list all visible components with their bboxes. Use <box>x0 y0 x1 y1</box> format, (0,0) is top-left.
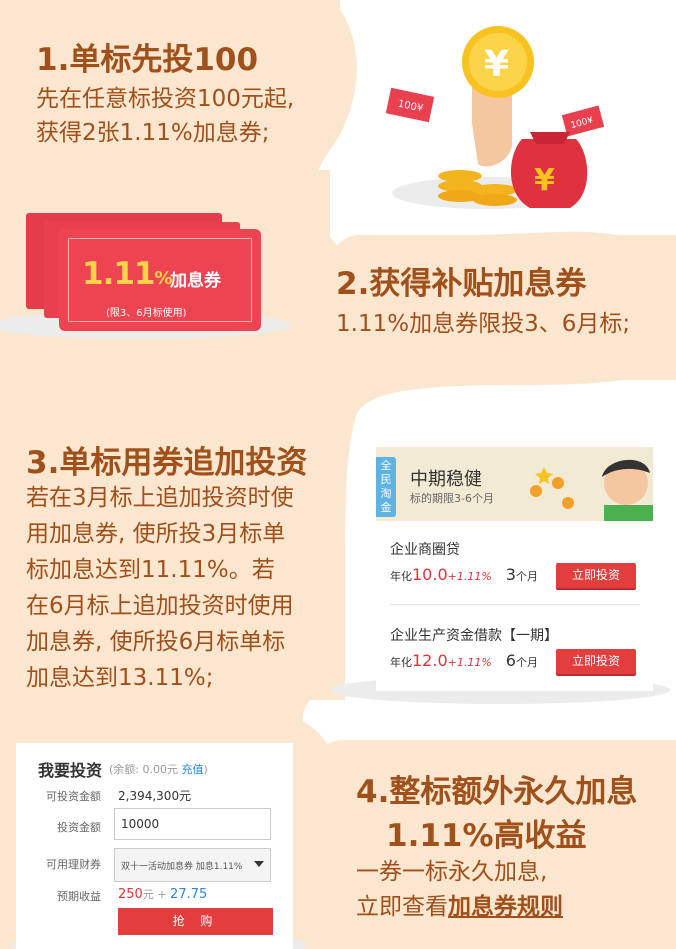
rate-label-2: 年化 <box>390 656 412 669</box>
step1-title: 1.单标先投100 <box>36 42 259 78</box>
character-illustration <box>530 459 653 521</box>
months-1: 3 <box>505 565 516 584</box>
buy-button[interactable]: 抢 购 <box>118 908 273 935</box>
month-unit-2: 个月 <box>515 656 538 669</box>
step2-line1: 1.11%加息券限投3、6月标; <box>336 311 631 337</box>
coupon-card: 1.11% 加息券 (限3、6月标使用) <box>62 232 258 328</box>
earn-base: 250 <box>118 887 143 902</box>
recharge-link[interactable]: 充值 <box>181 763 203 776</box>
rate-value-1: 10.0 <box>412 565 448 584</box>
balance-info: (余额: 0.00元 充值) <box>109 761 208 777</box>
step2-title: 2.获得补贴加息券 <box>336 266 587 302</box>
step3-line-1: 若在3月标上追加投资时使 <box>26 485 294 511</box>
coupon-rate: 1.11 <box>82 256 155 292</box>
step3-line-6: 加息达到13.11%; <box>26 665 214 691</box>
balance-prefix: (余额: 0.00元 <box>109 763 182 776</box>
invest-amount-input[interactable]: 10000 <box>114 808 271 840</box>
step3-line-2: 用加息券, 使所投3月标单 <box>26 521 286 547</box>
month-unit-1: 个月 <box>515 570 538 583</box>
bag-symbol: ¥ <box>534 163 555 198</box>
invest-panel-title: 我要投资 <box>38 761 103 780</box>
earn-unit: 元 <box>142 888 154 901</box>
product-card-subtitle: 标的期限3-6个月 <box>410 492 494 505</box>
coupon-select-label: 可用理财券 <box>46 858 101 871</box>
product-name-1: 企业商圈贷 <box>390 542 460 558</box>
coupon-label: 加息券 <box>170 271 221 291</box>
months-2: 6 <box>505 651 516 670</box>
rate-label-1: 年化 <box>390 570 412 583</box>
step4-line2-prefix: 立即查看 <box>356 894 448 920</box>
step1-line2: 获得2张1.11%加息券; <box>36 120 270 146</box>
product-divider <box>390 604 640 605</box>
step1-line1: 先在任意标投资100元起, <box>36 86 295 112</box>
rate-value-2: 12.0 <box>412 651 448 670</box>
money-illustration: 100¥ 100¥ ¥ ¥ <box>385 26 605 208</box>
coin-symbol: ¥ <box>484 44 509 85</box>
invest-now-button-2[interactable]: 立即投资 <box>556 649 636 674</box>
coupon-select-value: 双十一活动加息券 加息1.11% <box>121 862 243 872</box>
coupon-pct: % <box>154 268 173 289</box>
step3-line-5: 加息券, 使所投6月标单标 <box>26 629 286 655</box>
product-name-2: 企业生产资金借款【一期】 <box>390 628 558 644</box>
expected-earnings-label: 预期收益 <box>57 890 101 903</box>
expected-earnings: 250元 + 27.75 <box>118 886 207 902</box>
product-meta-1: 年化10.0+1.11% 3个月 <box>390 565 538 584</box>
invest-now-button-1[interactable]: 立即投资 <box>556 563 636 588</box>
chevron-down-icon <box>254 861 264 867</box>
earn-plus: + <box>153 888 171 901</box>
step3-line-4: 在6月标上追加投资时使用 <box>26 593 294 619</box>
product-card: 全民淘金 中期稳健 标的期限3-6个月 企业商圈贷 年化10.0+1.11% 3… <box>376 447 653 691</box>
product-badge: 全民淘金 <box>376 457 396 517</box>
available-amount-value: 2,394,300元 <box>118 789 192 803</box>
balance-suffix: ) <box>203 763 208 776</box>
step4-title: 4.整标额外永久加息 <box>356 774 638 810</box>
product-card-title: 中期稳健 <box>410 469 482 490</box>
step4-line2: 立即查看加息券规则 <box>356 889 563 925</box>
step4-line1: 一券一标永久加息, <box>356 859 548 885</box>
earn-bonus: 27.75 <box>170 887 208 902</box>
coupon-rules-link[interactable]: 加息券规则 <box>448 894 563 920</box>
rate-bonus-1: +1.11% <box>447 570 492 583</box>
coupon-select[interactable]: 双十一活动加息券 加息1.11% <box>114 848 271 882</box>
step3-line-3: 标加息达到11.11%。若 <box>26 557 275 583</box>
invest-amount-value: 10000 <box>121 817 160 831</box>
product-meta-2: 年化12.0+1.11% 6个月 <box>390 651 538 670</box>
product-card-header: 全民淘金 中期稳健 标的期限3-6个月 <box>376 447 653 521</box>
available-amount-label: 可投资金额 <box>46 790 101 803</box>
step4-subtitle: 1.11%高收益 <box>386 818 587 854</box>
invest-amount-label: 投资金额 <box>57 821 101 834</box>
rate-bonus-2: +1.11% <box>447 656 492 669</box>
step3-title: 3.单标用券追加投资 <box>26 445 308 481</box>
coupon-note: (限3、6月标使用) <box>106 308 187 319</box>
